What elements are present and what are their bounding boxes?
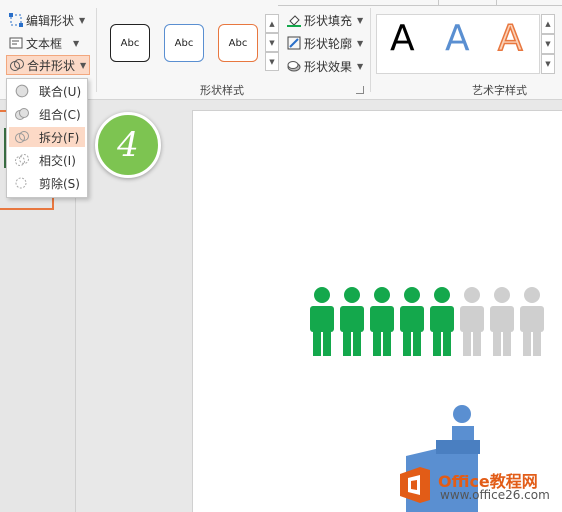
menu-item-fragment[interactable]: 拆分(F) xyxy=(9,127,85,147)
person-icon xyxy=(310,287,334,356)
text-box-label: 文本框 xyxy=(26,36,63,51)
shape-effects-button[interactable]: 形状效果 ▼ xyxy=(284,56,366,76)
wordart-scroll-down[interactable]: ▼ xyxy=(541,34,555,54)
style-sample-orange[interactable]: Abc xyxy=(218,24,258,62)
office-logo-icon xyxy=(400,467,430,503)
divider xyxy=(370,8,371,92)
union-icon xyxy=(15,84,29,98)
merge-shapes-button[interactable]: 合并形状 ▼ xyxy=(6,55,91,75)
shape-style-gallery: Abc Abc Abc xyxy=(100,14,268,70)
person-icon xyxy=(340,287,364,356)
watermark-url: www.office26.com xyxy=(440,488,550,502)
group-label-wordart-styles: 艺术字样式 xyxy=(472,84,527,97)
step-number-badge: 4 xyxy=(95,112,161,178)
shape-effects-label: 形状效果 xyxy=(304,59,353,74)
edit-shape-label: 编辑形状 xyxy=(26,13,75,28)
text-box-icon xyxy=(9,36,23,50)
menu-item-label: 拆分(F) xyxy=(39,130,80,145)
menu-item-combine[interactable]: 组合(C) xyxy=(9,104,85,124)
wordart-sample-orange[interactable]: A xyxy=(497,17,523,60)
intersect-icon xyxy=(15,153,29,167)
chevron-down-icon: ▼ xyxy=(357,38,364,48)
dialog-launcher-icon[interactable] xyxy=(356,86,364,94)
merge-shapes-label: 合并形状 xyxy=(27,58,76,73)
chevron-down-icon: ▼ xyxy=(79,15,86,25)
style-sample-blue[interactable]: Abc xyxy=(164,24,204,62)
wordart-sample-black[interactable]: A xyxy=(390,18,415,59)
text-box-button[interactable]: 文本框 ▼ xyxy=(6,33,82,53)
wordart-more[interactable]: ▼ xyxy=(541,54,555,74)
menu-item-union[interactable]: 联合(U) xyxy=(9,81,85,101)
menu-item-label: 联合(U) xyxy=(39,84,82,99)
menu-item-intersect[interactable]: 相交(I) xyxy=(9,150,85,170)
chevron-down-icon: ▼ xyxy=(73,38,80,48)
person-icon xyxy=(400,287,424,356)
merge-shapes-menu: 联合(U) 组合(C) 拆分(F) 相交(I) 剪除(S) xyxy=(6,78,88,198)
ribbon-top-tabs-edge xyxy=(278,0,562,6)
paint-bucket-icon xyxy=(287,13,301,27)
person-icon xyxy=(430,287,454,356)
person-icon xyxy=(460,287,484,356)
menu-item-subtract[interactable]: 剪除(S) xyxy=(9,173,85,193)
shape-fill-button[interactable]: 形状填充 ▼ xyxy=(284,10,366,30)
menu-item-label: 剪除(S) xyxy=(39,176,80,191)
person-icon xyxy=(370,287,394,356)
wordart-sample-blue[interactable]: A xyxy=(445,18,470,59)
gallery-scroll-down[interactable]: ▼ xyxy=(265,33,279,52)
shape-effects-icon xyxy=(287,59,301,73)
gallery-scroll-up[interactable]: ▲ xyxy=(265,14,279,33)
divider xyxy=(96,8,97,92)
edit-shape-button[interactable]: 编辑形状 ▼ xyxy=(6,10,88,30)
gallery-more[interactable]: ▼ xyxy=(265,52,279,71)
person-icon xyxy=(520,287,544,356)
shape-outline-button[interactable]: 形状轮廓 ▼ xyxy=(284,33,366,53)
fragment-icon xyxy=(15,130,29,144)
merge-shapes-icon xyxy=(10,58,24,72)
people-graphic[interactable] xyxy=(300,284,562,360)
combine-icon xyxy=(15,107,29,121)
shape-outline-label: 形状轮廓 xyxy=(304,36,353,51)
menu-item-label: 组合(C) xyxy=(39,107,81,122)
wordart-scroll-up[interactable]: ▲ xyxy=(541,14,555,34)
style-sample-dark[interactable]: Abc xyxy=(110,24,150,62)
chevron-down-icon: ▼ xyxy=(357,15,364,25)
subtract-icon xyxy=(15,176,29,190)
pencil-icon xyxy=(287,36,301,50)
edit-points-icon xyxy=(9,13,23,27)
chevron-down-icon: ▼ xyxy=(80,60,87,70)
group-label-shape-styles: 形状样式 xyxy=(200,84,244,97)
chevron-down-icon: ▼ xyxy=(357,61,364,71)
shape-fill-label: 形状填充 xyxy=(304,13,353,28)
menu-item-label: 相交(I) xyxy=(39,153,76,168)
person-icon xyxy=(490,287,514,356)
